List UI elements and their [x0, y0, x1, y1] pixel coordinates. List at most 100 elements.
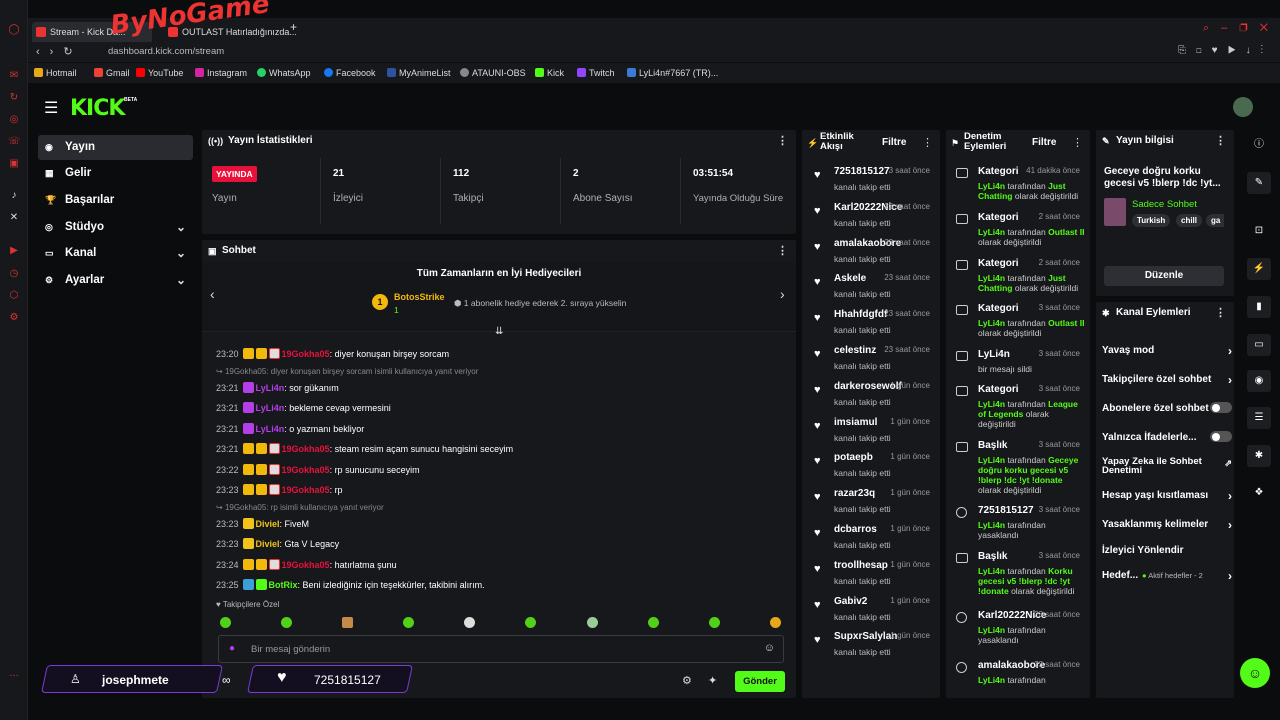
avatar[interactable] [1233, 97, 1253, 117]
chat-message[interactable]: 23:21 LyLi4n: o yazmanı bekliyor [216, 422, 364, 434]
activity-item[interactable]: ♥ darkerosewolf 1 gün önce kanalı takip ett… [802, 381, 940, 419]
tiktok-icon[interactable]: ♪ [8, 190, 20, 202]
emote[interactable] [709, 617, 720, 628]
chat-username[interactable]: Diviel [256, 539, 280, 549]
emote[interactable] [525, 617, 536, 628]
moderation-icon[interactable]: ▮ [1247, 296, 1271, 318]
chat-message[interactable]: 23:24 19Gokha05: hatırlatma şunu [216, 558, 397, 570]
send-button[interactable]: Gönder [735, 671, 785, 692]
activity-item[interactable]: ♥ troollhesap 1 gün önce kanalı takip etti [802, 560, 940, 598]
sidebar-item-ayarlar[interactable]: ⚙ Ayarlar ⌄ [38, 268, 193, 293]
top-gifter-name[interactable]: BotosStrike [394, 292, 445, 302]
chat-username[interactable]: Diviel [256, 519, 280, 529]
activity-item[interactable]: ♥ potaepb 1 gün önce kanalı takip etti [802, 452, 940, 490]
settings-icon[interactable]: ⚙ [8, 312, 20, 324]
apps-icon[interactable]: ❖ [1247, 482, 1271, 504]
focus-icon[interactable]: ⊡ [1247, 220, 1271, 242]
edit-button[interactable]: Düzenle [1104, 266, 1224, 286]
bookmark-item[interactable]: Hotmail [34, 68, 77, 78]
support-button[interactable]: ☺ [1240, 658, 1270, 688]
sidebar-item-gelir[interactable]: ▦ Gelir [38, 161, 193, 186]
chat-message[interactable]: 23:23 19Gokha05: rp [216, 484, 343, 495]
more-icon[interactable]: ⋮ [922, 136, 933, 149]
action-emotes-only[interactable]: Yalnızca İfadelerle... [1102, 431, 1232, 443]
more-icon[interactable]: … [8, 668, 20, 680]
new-tab-button[interactable]: + [290, 20, 297, 34]
emote[interactable] [587, 617, 598, 628]
next-arrow[interactable]: › [780, 286, 785, 302]
x-icon[interactable]: ✕ [8, 212, 20, 224]
action-account-age[interactable]: Hesap yaşı kısıtlaması › [1102, 489, 1232, 503]
activity-item[interactable]: ♥ 7251815127 3 saat önce kanalı takip etti [802, 166, 940, 204]
wrench-icon[interactable]: ✱ [1247, 445, 1271, 467]
chat-message[interactable]: 23:25 BotRix: Beni izlediğiniz için teşek… [216, 579, 485, 590]
chat-username[interactable]: 19Gokha05 [282, 485, 330, 495]
clock-icon[interactable]: ◷ [8, 268, 20, 280]
chat-message[interactable]: 23:21 LyLi4n: sor gükanım [216, 381, 339, 393]
bookmark-item[interactable]: WhatsApp [257, 68, 311, 78]
box-icon[interactable]: ⬡ [8, 290, 20, 302]
history-icon[interactable]: ↻ [8, 92, 20, 104]
chat-username[interactable]: 19Gokha05 [282, 444, 330, 454]
activity-item[interactable]: ♥ Gabiv2 1 gün önce kanalı takip etti [802, 596, 940, 634]
scroll-down-icon[interactable]: ⇊ [495, 326, 503, 337]
more-icon[interactable]: ⋮ [1215, 130, 1226, 152]
more-icon[interactable]: ⋮ [777, 240, 788, 262]
opera-icon[interactable]: ◯ [8, 24, 20, 36]
moderation-filter-button[interactable]: Filtre [1032, 137, 1056, 148]
activity-item[interactable]: ♥ imsiamul 1 gün önce kanalı takip etti [802, 417, 940, 455]
emote[interactable] [281, 617, 292, 628]
chat-username[interactable]: BotRix [269, 580, 298, 590]
address-actions[interactable]: ⎘◻♥▶↓⋮ [1178, 45, 1273, 56]
nav-buttons[interactable]: ‹›↻ [36, 45, 83, 58]
emote[interactable] [464, 617, 475, 628]
activity-item[interactable]: ♥ Hhahfdgfdf 23 saat önce kanalı takip etti [802, 309, 940, 347]
sidebar-item-basarilar[interactable]: 🏆 Başarılar [38, 188, 193, 213]
more-icon[interactable]: ⋮ [1072, 136, 1083, 149]
more-icon[interactable]: ⋮ [777, 130, 788, 152]
broadcast-icon[interactable]: ◉ [1247, 370, 1271, 392]
subscribers-only-toggle[interactable] [1210, 402, 1232, 413]
emote[interactable] [770, 617, 781, 628]
bookmark-item[interactable]: Kick [535, 68, 564, 78]
sidebar-item-yayin[interactable]: ◉ Yayın [38, 135, 193, 160]
action-subscribers-only[interactable]: Abonelere özel sohbet [1102, 402, 1232, 414]
bookmark-item[interactable]: YouTube [136, 68, 183, 78]
action-banned-words[interactable]: Yasaklanmış kelimeler › [1102, 518, 1232, 532]
emote[interactable] [220, 617, 231, 628]
music-icon[interactable]: ▣ [8, 158, 20, 170]
url-field[interactable]: dashboard.kick.com/stream [108, 46, 224, 57]
activity-filter-button[interactable]: Filtre [882, 137, 906, 148]
kick-logo[interactable]: KICK [70, 96, 125, 121]
bookmark-item[interactable]: ATAUNI-OBS [460, 68, 526, 78]
emote[interactable] [403, 617, 414, 628]
category-link[interactable]: Sadece Sohbet [1132, 199, 1197, 210]
emotes-only-toggle[interactable] [1210, 431, 1232, 442]
bookmark-item[interactable]: Instagram [195, 68, 247, 78]
menu-icon[interactable]: ☰ [44, 98, 58, 118]
pencil-icon[interactable]: ✎ [1247, 172, 1271, 194]
messenger-icon[interactable]: ✉ [8, 70, 20, 82]
sidebar-item-studyo[interactable]: ◎ Stüdyo ⌄ [38, 215, 193, 240]
activity-item[interactable]: ♥ SupxrSalylan 1 gün önce kanalı takip etti [802, 631, 940, 669]
window-controls[interactable]: ⌕–❐✕ [1203, 22, 1280, 35]
more-icon[interactable]: ⋮ [1215, 302, 1226, 324]
whatsapp-icon[interactable]: ☏ [8, 136, 21, 148]
activity-item[interactable]: ♥ celestinz 23 saat önce kanalı takip etti [802, 345, 940, 383]
bookmark-item[interactable]: Facebook [324, 68, 376, 78]
lightning-icon[interactable]: ⚡ [1247, 258, 1271, 280]
emote[interactable] [648, 617, 659, 628]
activity-item[interactable]: ♥ dcbarros 1 gün önce kanalı takip etti [802, 524, 940, 562]
chat-message[interactable]: 23:21 LyLi4n: bekleme cevap vermesini [216, 402, 391, 413]
activity-item[interactable]: ♥ Karl20222Nice 23 saat önce kanalı takip e… [802, 202, 940, 240]
instagram-icon[interactable]: ◎ [8, 114, 20, 126]
action-goals[interactable]: Hedef... ● Aktif hedefler - 2 › [1102, 569, 1232, 583]
chat-input[interactable]: ● Bir mesaj gönderin ☺ [218, 635, 784, 663]
activity-item[interactable]: ♥ amalakaobore 23 saat önce kanalı takip et… [802, 238, 940, 276]
tag[interactable]: Turkish [1132, 214, 1171, 227]
chat-username[interactable]: LyLi4n [256, 403, 285, 413]
chat-message[interactable]: 23:21 19Gokha05: steam resim açam sunucu … [216, 443, 513, 454]
chat-username[interactable]: 19Gokha05 [282, 560, 330, 570]
game-icon[interactable]: ✦ [708, 674, 717, 687]
chat-settings-icon[interactable]: ⚙ [682, 674, 692, 687]
